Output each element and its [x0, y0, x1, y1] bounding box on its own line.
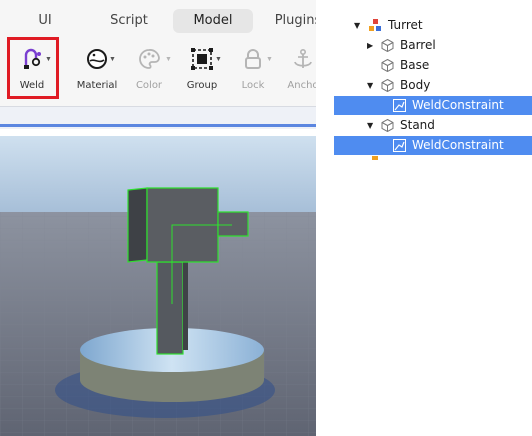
material-dropdown-icon[interactable]: ▼ — [109, 56, 116, 63]
ribbon-tabs: UI Script Model Plugins — [0, 0, 316, 34]
3d-viewport[interactable] — [0, 136, 316, 436]
lock-icon — [245, 49, 261, 69]
part-icon — [381, 39, 394, 52]
explorer-item-barrel[interactable]: ▶ Barrel — [334, 36, 532, 55]
lock-label: Lock — [241, 80, 265, 91]
color-label: Color — [135, 80, 163, 91]
explorer-item-label: WeldConstraint — [412, 98, 504, 112]
anchor-icon — [294, 48, 312, 68]
explorer-item-label: Turret — [388, 18, 423, 32]
tab-ui[interactable]: UI — [18, 9, 72, 33]
collapse-arrow-icon[interactable]: ▼ — [354, 16, 360, 35]
viewport-scene — [0, 136, 316, 436]
part-icon — [381, 79, 394, 92]
material-icon — [87, 49, 107, 69]
tab-script[interactable]: Script — [98, 9, 160, 33]
part-icon — [381, 59, 394, 72]
color-button[interactable]: Color — [128, 34, 170, 104]
expand-arrow-icon[interactable]: ▶ — [367, 36, 373, 55]
stand-part — [156, 261, 184, 355]
explorer-item-weldconstraint[interactable]: WeldConstraint — [334, 136, 532, 155]
group-icon — [191, 48, 213, 70]
explorer-item-label: Base — [400, 58, 430, 72]
body-part-side — [127, 187, 148, 263]
lock-dropdown-icon[interactable]: ▼ — [266, 56, 273, 63]
weld-constraint-icon — [393, 99, 406, 112]
scroll-marker — [372, 156, 378, 160]
color-dropdown-icon[interactable]: ▼ — [165, 56, 172, 63]
tab-plugins[interactable]: Plugins — [268, 9, 316, 33]
highlight-box — [7, 37, 59, 99]
collapse-arrow-icon[interactable]: ▼ — [367, 76, 373, 95]
explorer-item-turret[interactable]: ▼ Turret — [334, 16, 532, 35]
color-icon — [139, 49, 160, 69]
explorer-item-label: Stand — [400, 118, 435, 132]
stand-part-side — [183, 262, 188, 350]
group-button[interactable]: Group — [180, 34, 224, 104]
active-document-indicator — [0, 124, 316, 127]
group-label: Group — [186, 80, 218, 91]
explorer-panel: ▼ Turret ▶ Barrel Base ▼ Body WeldConstr… — [334, 0, 532, 160]
material-label: Material — [76, 80, 118, 91]
explorer-item-base[interactable]: Base — [334, 56, 532, 75]
explorer-item-stand[interactable]: ▼ Stand — [334, 116, 532, 135]
material-button[interactable]: Material — [74, 34, 120, 104]
collapse-arrow-icon[interactable]: ▼ — [367, 116, 373, 135]
group-dropdown-icon[interactable]: ▼ — [215, 56, 222, 63]
tab-model[interactable]: Model — [173, 9, 253, 33]
lock-button[interactable]: Lock — [232, 34, 274, 104]
explorer-item-body[interactable]: ▼ Body — [334, 76, 532, 95]
explorer-item-weldconstraint[interactable]: WeldConstraint — [334, 96, 532, 115]
part-icon — [381, 119, 394, 132]
model-icon — [369, 19, 381, 31]
weld-constraint-icon — [393, 139, 406, 152]
explorer-item-label: WeldConstraint — [412, 138, 504, 152]
studio-panel: UI Script Model Plugins Weld ▼ Material … — [0, 0, 316, 436]
anchor-label: Ancho — [287, 80, 316, 91]
anchor-button[interactable]: Ancho — [280, 34, 316, 104]
explorer-item-label: Body — [400, 78, 431, 92]
explorer-item-label: Barrel — [400, 38, 436, 52]
barrel-part — [217, 211, 249, 237]
